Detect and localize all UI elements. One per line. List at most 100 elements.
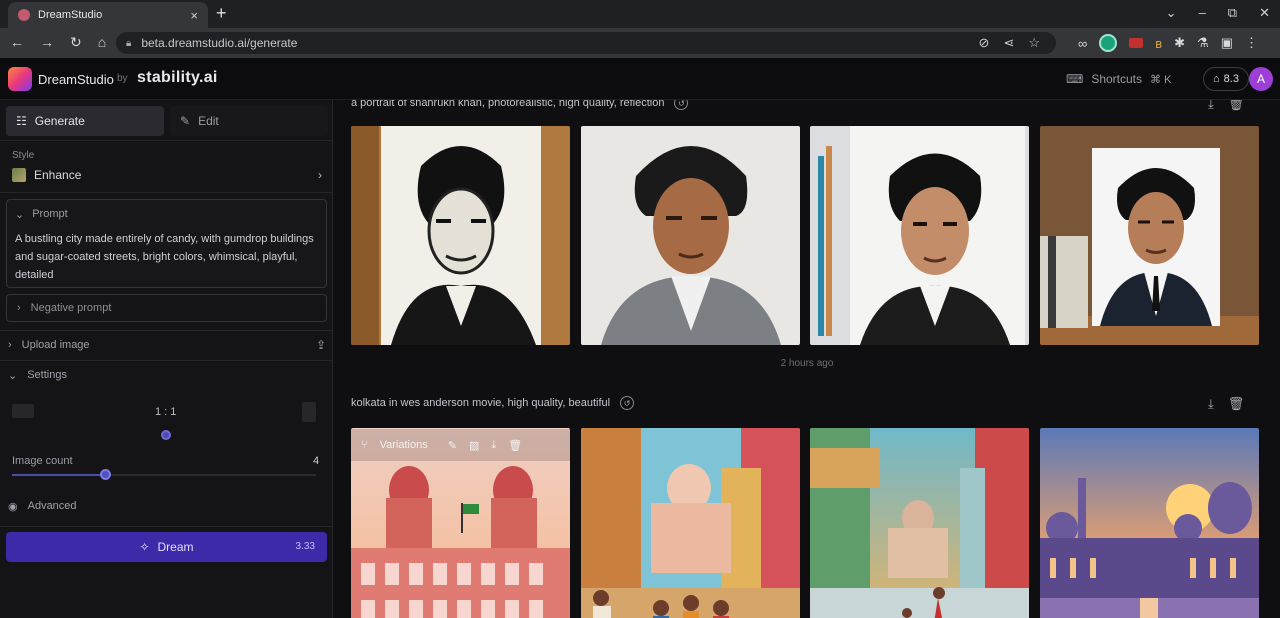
generated-image[interactable] — [1040, 126, 1259, 345]
prompt-text[interactable]: A bustling city made entirely of candy, … — [15, 230, 315, 284]
reuse-prompt-icon[interactable]: ↺ — [674, 100, 689, 110]
group-actions: ⤓ 🗑︎ — [1208, 396, 1244, 412]
image-count-label: Image count — [12, 455, 73, 467]
tab-edit-label: Edit — [198, 114, 219, 128]
close-tab-icon[interactable]: × — [190, 8, 198, 23]
trash-icon[interactable]: 🗑︎ — [508, 439, 522, 452]
sparkle-icon: ✧ — [139, 540, 150, 554]
dream-button[interactable]: ✧ Dream 3.33 — [6, 532, 327, 562]
divider — [0, 526, 333, 527]
close-window-icon[interactable]: ✕ — [1259, 5, 1270, 21]
shortcuts-button[interactable]: ⌨ Shortcuts ⌘ K — [1066, 72, 1171, 86]
generated-image[interactable] — [581, 428, 800, 618]
back-arrow-icon[interactable]: ← — [10, 34, 24, 51]
puzzle-extensions-icon[interactable]: ✱ — [1174, 35, 1185, 51]
image-icon[interactable]: ▨ — [469, 439, 479, 452]
divider — [0, 330, 333, 331]
generated-image[interactable] — [810, 126, 1029, 345]
company-name: stability.ai — [137, 69, 218, 86]
reload-icon[interactable]: ↻ — [70, 34, 82, 51]
browser-tab-title: DreamStudio — [38, 9, 103, 21]
tab-edit[interactable]: ✎ Edit — [170, 106, 328, 136]
url-input[interactable]: 🔒︎ beta.dreamstudio.ai/generate — [116, 32, 1056, 54]
user-avatar[interactable]: A — [1249, 67, 1273, 91]
image-count-slider-track[interactable] — [106, 474, 316, 476]
browser-tab[interactable]: DreamStudio × — [8, 2, 208, 28]
edit-icon[interactable]: ✎ — [448, 439, 457, 452]
negative-prompt-toggle[interactable]: › Negative prompt — [6, 294, 327, 322]
tab-search-icon[interactable]: ⌄ — [1166, 5, 1177, 21]
restore-window-icon[interactable]: ⧉ — [1228, 5, 1237, 21]
aspect-ratio-value: 1 : 1 — [155, 406, 177, 418]
group-actions: ⤓ 🗑︎ — [1208, 100, 1244, 112]
navigation-buttons: ← → ↻ ⌂ — [10, 34, 106, 51]
chevron-down-icon: ⌄ — [15, 209, 25, 221]
eye-icon: ◉ — [8, 500, 18, 513]
chevron-down-icon: ⌄ — [8, 369, 18, 382]
dreamstudio-favicon-icon — [18, 9, 30, 21]
generated-image[interactable] — [1040, 428, 1259, 618]
prompt-input[interactable]: ⌄ Prompt A bustling city made entirely o… — [6, 199, 327, 288]
negative-prompt-label: Negative prompt — [30, 302, 112, 314]
extension-link-icon[interactable]: ∞ — [1078, 36, 1087, 51]
trash-icon[interactable]: 🗑︎ — [1228, 396, 1245, 412]
download-icon[interactable]: ⤓ — [1208, 396, 1214, 412]
advanced-toggle[interactable]: ◉ Advanced — [8, 497, 326, 515]
portrait-pencil-image — [810, 126, 1029, 345]
download-icon[interactable]: ⤓ — [1208, 100, 1214, 112]
divider — [0, 140, 333, 141]
style-value: Enhance — [34, 168, 82, 182]
trash-icon[interactable]: 🗑︎ — [1228, 100, 1245, 112]
style-selector[interactable]: Enhance › — [12, 166, 322, 184]
reuse-prompt-icon[interactable]: ↺ — [620, 396, 635, 410]
credits-badge[interactable]: ⌂ 8.3 — [1203, 67, 1249, 91]
tab-generate-label: Generate — [34, 114, 85, 128]
browser-menu-icon[interactable]: ⋮ — [1245, 35, 1258, 51]
settings-toggle[interactable]: ⌄ Settings — [8, 366, 326, 384]
style-label: Style — [12, 150, 35, 161]
time-ago: 2 hours ago — [780, 358, 834, 369]
minimize-icon[interactable]: – — [1199, 5, 1206, 21]
divider — [0, 360, 333, 361]
tab-generate[interactable]: ☷ Generate — [6, 106, 164, 136]
landscape-ratio-icon[interactable] — [12, 404, 34, 418]
portrait-realistic-image — [581, 126, 800, 345]
bookmark-extension-icon[interactable]: ʙ — [1155, 36, 1162, 51]
flask-icon[interactable]: ⚗ — [1197, 35, 1209, 51]
prompt-caption-text: a portrait of shahrukh khan, photorealis… — [351, 100, 665, 109]
upload-image-label: Upload image — [21, 339, 90, 351]
upload-icon[interactable]: ⇪ — [316, 338, 326, 352]
dreamstudio-logo-icon — [8, 67, 32, 91]
edit-icon: ✎ — [180, 114, 191, 128]
chevron-right-icon: › — [318, 168, 322, 182]
star-bookmark-icon[interactable]: ☆ — [1028, 35, 1040, 51]
aspect-ratio-slider-handle[interactable] — [161, 430, 171, 440]
grammarly-extension-icon[interactable] — [1099, 34, 1118, 52]
window-controls: ⌄ – ⧉ ✕ — [1166, 5, 1270, 21]
share-icon[interactable]: ⋖ — [1003, 35, 1014, 51]
generated-image[interactable] — [810, 428, 1029, 618]
new-tab-button[interactable]: + — [216, 3, 227, 24]
browser-tab-strip: DreamStudio × + ⌄ – ⧉ ✕ — [0, 0, 1280, 28]
brand-name: DreamStudio — [38, 72, 114, 87]
keyboard-icon: ⌨ — [1066, 72, 1084, 86]
kolkata-street-image — [581, 428, 800, 618]
image-count-slider-handle[interactable] — [100, 469, 112, 480]
variations-label[interactable]: Variations — [380, 439, 428, 451]
record-extension-icon[interactable] — [1129, 38, 1144, 48]
download-icon[interactable]: ⤓ — [491, 439, 496, 452]
prompt-header[interactable]: ⌄ Prompt — [15, 208, 68, 221]
generated-image[interactable] — [581, 126, 800, 345]
settings-label: Settings — [27, 369, 67, 381]
sidepanel-icon[interactable]: ▣ — [1221, 35, 1233, 51]
portrait-ratio-icon[interactable] — [302, 402, 316, 422]
eye-off-icon[interactable]: ⊘ — [979, 35, 990, 51]
app-header: DreamStudio by stability.ai ⌨ Shortcuts … — [0, 58, 1280, 100]
prompt-caption: kolkata in wes anderson movie, high qual… — [351, 396, 635, 410]
lock-icon: 🔒︎ — [126, 37, 132, 49]
forward-arrow-icon[interactable]: → — [40, 34, 54, 51]
variations-icon[interactable]: ⑂ — [361, 439, 368, 451]
generated-image[interactable] — [351, 126, 570, 345]
upload-image-row[interactable]: › Upload image ⇪ — [8, 336, 326, 354]
home-icon[interactable]: ⌂ — [98, 34, 106, 51]
